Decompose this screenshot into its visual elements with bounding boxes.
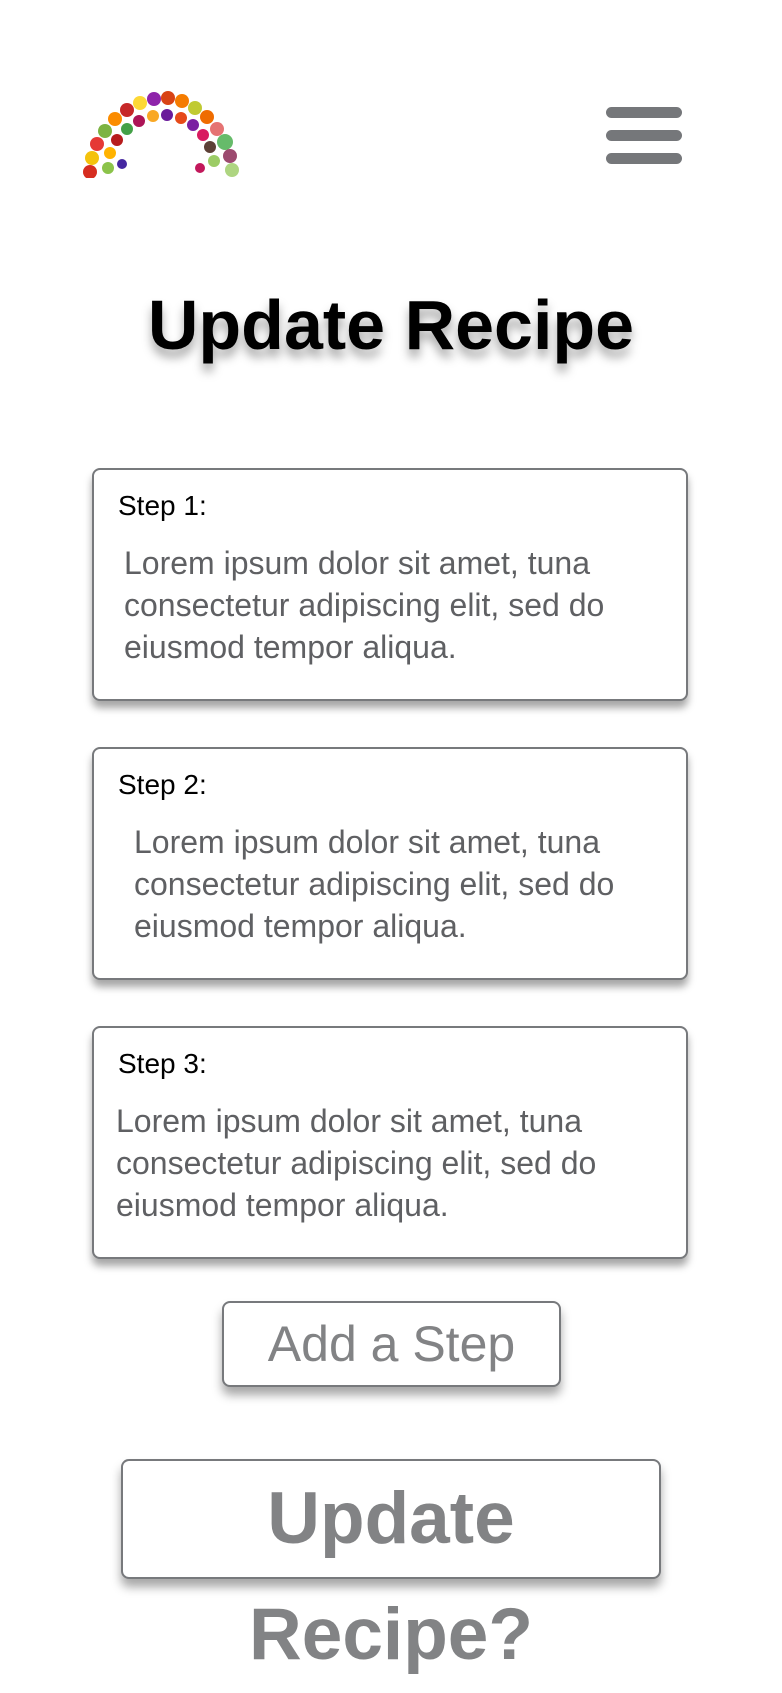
add-step-button[interactable]: Add a Step	[222, 1301, 561, 1387]
step-label: Step 3:	[118, 1048, 207, 1079]
fruit-rainbow-logo	[83, 91, 239, 178]
logo-fruit-ring	[83, 91, 239, 178]
step-description-field[interactable]: Lorem ipsum dolor sit amet, tuna consect…	[124, 542, 664, 668]
step-card-1[interactable]: Step 1: Lorem ipsum dolor sit amet, tuna…	[92, 468, 688, 701]
page-title: Update Recipe	[147, 286, 635, 364]
step-label: Step 1:	[118, 490, 207, 521]
menu-bar	[606, 107, 682, 118]
step-label: Step 2:	[118, 769, 207, 800]
step-description-field[interactable]: Lorem ipsum dolor sit amet, tuna consect…	[116, 1100, 656, 1226]
step-card-2[interactable]: Step 2: Lorem ipsum dolor sit amet, tuna…	[92, 747, 688, 980]
step-description-field[interactable]: Lorem ipsum dolor sit amet, tuna consect…	[134, 821, 674, 947]
step-card-3[interactable]: Step 3: Lorem ipsum dolor sit amet, tuna…	[92, 1026, 688, 1259]
menu-bar	[606, 130, 682, 141]
hamburger-menu-icon[interactable]	[606, 107, 682, 165]
menu-bar	[606, 153, 682, 164]
update-recipe-button[interactable]: Update Recipe?	[121, 1459, 661, 1675]
